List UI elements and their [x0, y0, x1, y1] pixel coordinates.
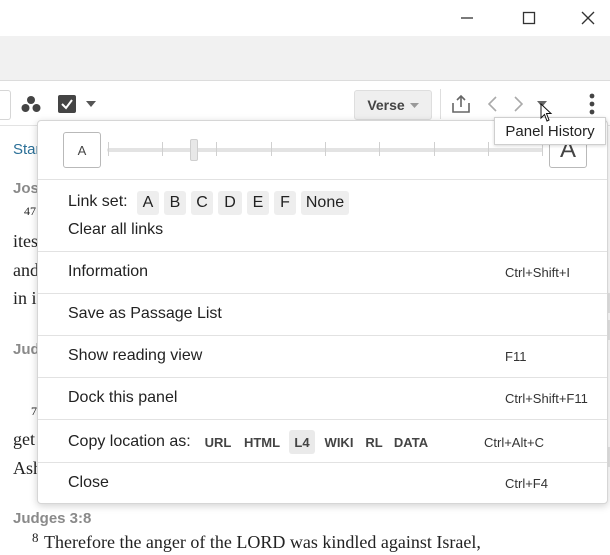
- maximize-icon: [522, 11, 536, 25]
- information-label: Information: [68, 263, 149, 280]
- share-button[interactable]: [448, 91, 474, 117]
- forward-button[interactable]: [510, 93, 526, 115]
- more-vertical-icon: [589, 93, 595, 115]
- clear-all-links-item[interactable]: Clear all links: [68, 221, 163, 239]
- copy-html-button[interactable]: HTML: [240, 430, 284, 454]
- mouse-cursor: [540, 102, 554, 128]
- back-button[interactable]: [484, 93, 500, 115]
- panel-menu: A A Link set: A B C D E F None Clear all…: [37, 120, 608, 504]
- copy-format-label: HTML: [243, 434, 281, 450]
- dock-panel-item[interactable]: Dock this panel Ctrl+Shift+F11: [38, 378, 607, 418]
- copy-format-label: URL: [204, 434, 232, 450]
- link-set-option-label: E: [252, 194, 264, 211]
- passage-reference[interactable]: Jos: [13, 180, 39, 197]
- link-set-option-label: C: [196, 194, 208, 211]
- verse-number: 8: [32, 530, 39, 545]
- tab-strip: [0, 36, 610, 81]
- chevron-down-icon: [86, 101, 96, 107]
- people-button[interactable]: [18, 91, 44, 117]
- passage-reference[interactable]: Judges 3:8: [13, 510, 91, 527]
- slider-tick: [216, 142, 217, 156]
- close-shortcut: Ctrl+F4: [505, 475, 548, 491]
- copy-format-label: RL: [365, 434, 383, 450]
- verse-button[interactable]: Verse: [354, 90, 432, 120]
- toolbar-divider: [440, 89, 441, 119]
- copy-url-button[interactable]: URL: [201, 430, 235, 454]
- copy-l4-button[interactable]: L4: [289, 430, 315, 454]
- verse-number: 47: [24, 204, 36, 218]
- title-bar: [0, 0, 610, 36]
- link-set-label: Link set:: [68, 193, 128, 210]
- minimize-icon: [461, 17, 473, 19]
- cursor-arrow-icon: [540, 102, 553, 122]
- link-set-b[interactable]: B: [164, 191, 186, 215]
- link-set-option-label: None: [305, 194, 345, 211]
- chevron-left-icon: [487, 96, 497, 112]
- copy-format-label: L4: [294, 434, 310, 450]
- minimize-button[interactable]: [444, 0, 490, 36]
- copy-format-label: DATA: [393, 434, 429, 450]
- link-set-option-label: B: [169, 194, 181, 211]
- link-set-option-label: A: [142, 194, 154, 211]
- font-size-small-button[interactable]: A: [63, 132, 101, 168]
- menu-separator: [38, 179, 607, 180]
- text-line: get: [13, 429, 35, 449]
- save-passage-list-item[interactable]: Save as Passage List: [38, 294, 607, 334]
- font-size-slider-thumb[interactable]: [190, 139, 198, 161]
- slider-tick: [162, 142, 163, 156]
- text-line: Therefore the anger of the LORD was kind…: [44, 532, 481, 552]
- maximize-button[interactable]: [506, 0, 552, 36]
- verse-label: Verse: [367, 97, 405, 113]
- link-set-none[interactable]: None: [301, 191, 349, 215]
- menu-separator: [38, 419, 607, 420]
- slider-tick: [271, 142, 272, 156]
- share-icon: [452, 94, 470, 113]
- save-passage-label: Save as Passage List: [68, 305, 222, 322]
- font-small-label: A: [77, 142, 87, 158]
- link-set-c[interactable]: C: [191, 191, 213, 215]
- link-set-d[interactable]: D: [218, 191, 242, 215]
- text-line: in i: [13, 288, 37, 308]
- checklist-dropdown[interactable]: [84, 95, 98, 113]
- slider-tick: [325, 142, 326, 156]
- dock-panel-label: Dock this panel: [68, 389, 178, 406]
- close-panel-item[interactable]: Close Ctrl+F4: [38, 463, 607, 503]
- copy-location-label: Copy location as:: [68, 433, 191, 450]
- information-shortcut: Ctrl+Shift+I: [505, 264, 571, 280]
- slider-tick: [434, 142, 435, 156]
- copy-wiki-button[interactable]: WIKI: [320, 430, 358, 454]
- checklist-button[interactable]: [54, 91, 80, 117]
- chevron-right-icon: [513, 96, 523, 112]
- link-set-option-label: F: [280, 194, 290, 211]
- reading-view-shortcut: F11: [505, 348, 527, 364]
- link-set-a[interactable]: A: [137, 191, 159, 215]
- link-set-f[interactable]: F: [274, 191, 296, 215]
- close-label: Close: [68, 474, 109, 491]
- information-item[interactable]: Information Ctrl+Shift+I: [38, 252, 607, 292]
- text-line: and: [13, 260, 39, 280]
- link-set-e[interactable]: E: [247, 191, 269, 215]
- copy-rl-button[interactable]: RL: [363, 430, 385, 454]
- search-box-edge[interactable]: [0, 90, 11, 120]
- more-options-button[interactable]: [584, 91, 600, 117]
- checkbox-icon: [58, 95, 76, 113]
- close-icon: [581, 11, 595, 25]
- reading-view-item[interactable]: Show reading view F11: [38, 336, 607, 376]
- slider-tick: [379, 142, 380, 156]
- close-window-button[interactable]: [565, 0, 610, 36]
- copy-location-shortcut: Ctrl+Alt+C: [484, 435, 544, 450]
- people-icon: [21, 96, 41, 112]
- link-set-option-label: D: [224, 194, 236, 211]
- slider-tick: [108, 142, 109, 156]
- text-line: ites: [13, 231, 38, 251]
- copy-data-button[interactable]: DATA: [391, 430, 431, 454]
- dock-panel-shortcut: Ctrl+Shift+F11: [505, 390, 588, 406]
- slider-tick: [488, 142, 489, 156]
- passage-reference[interactable]: Jud: [13, 341, 40, 358]
- copy-format-label: WIKI: [324, 434, 354, 450]
- chevron-down-icon: [409, 102, 419, 108]
- reading-view-label: Show reading view: [68, 347, 203, 364]
